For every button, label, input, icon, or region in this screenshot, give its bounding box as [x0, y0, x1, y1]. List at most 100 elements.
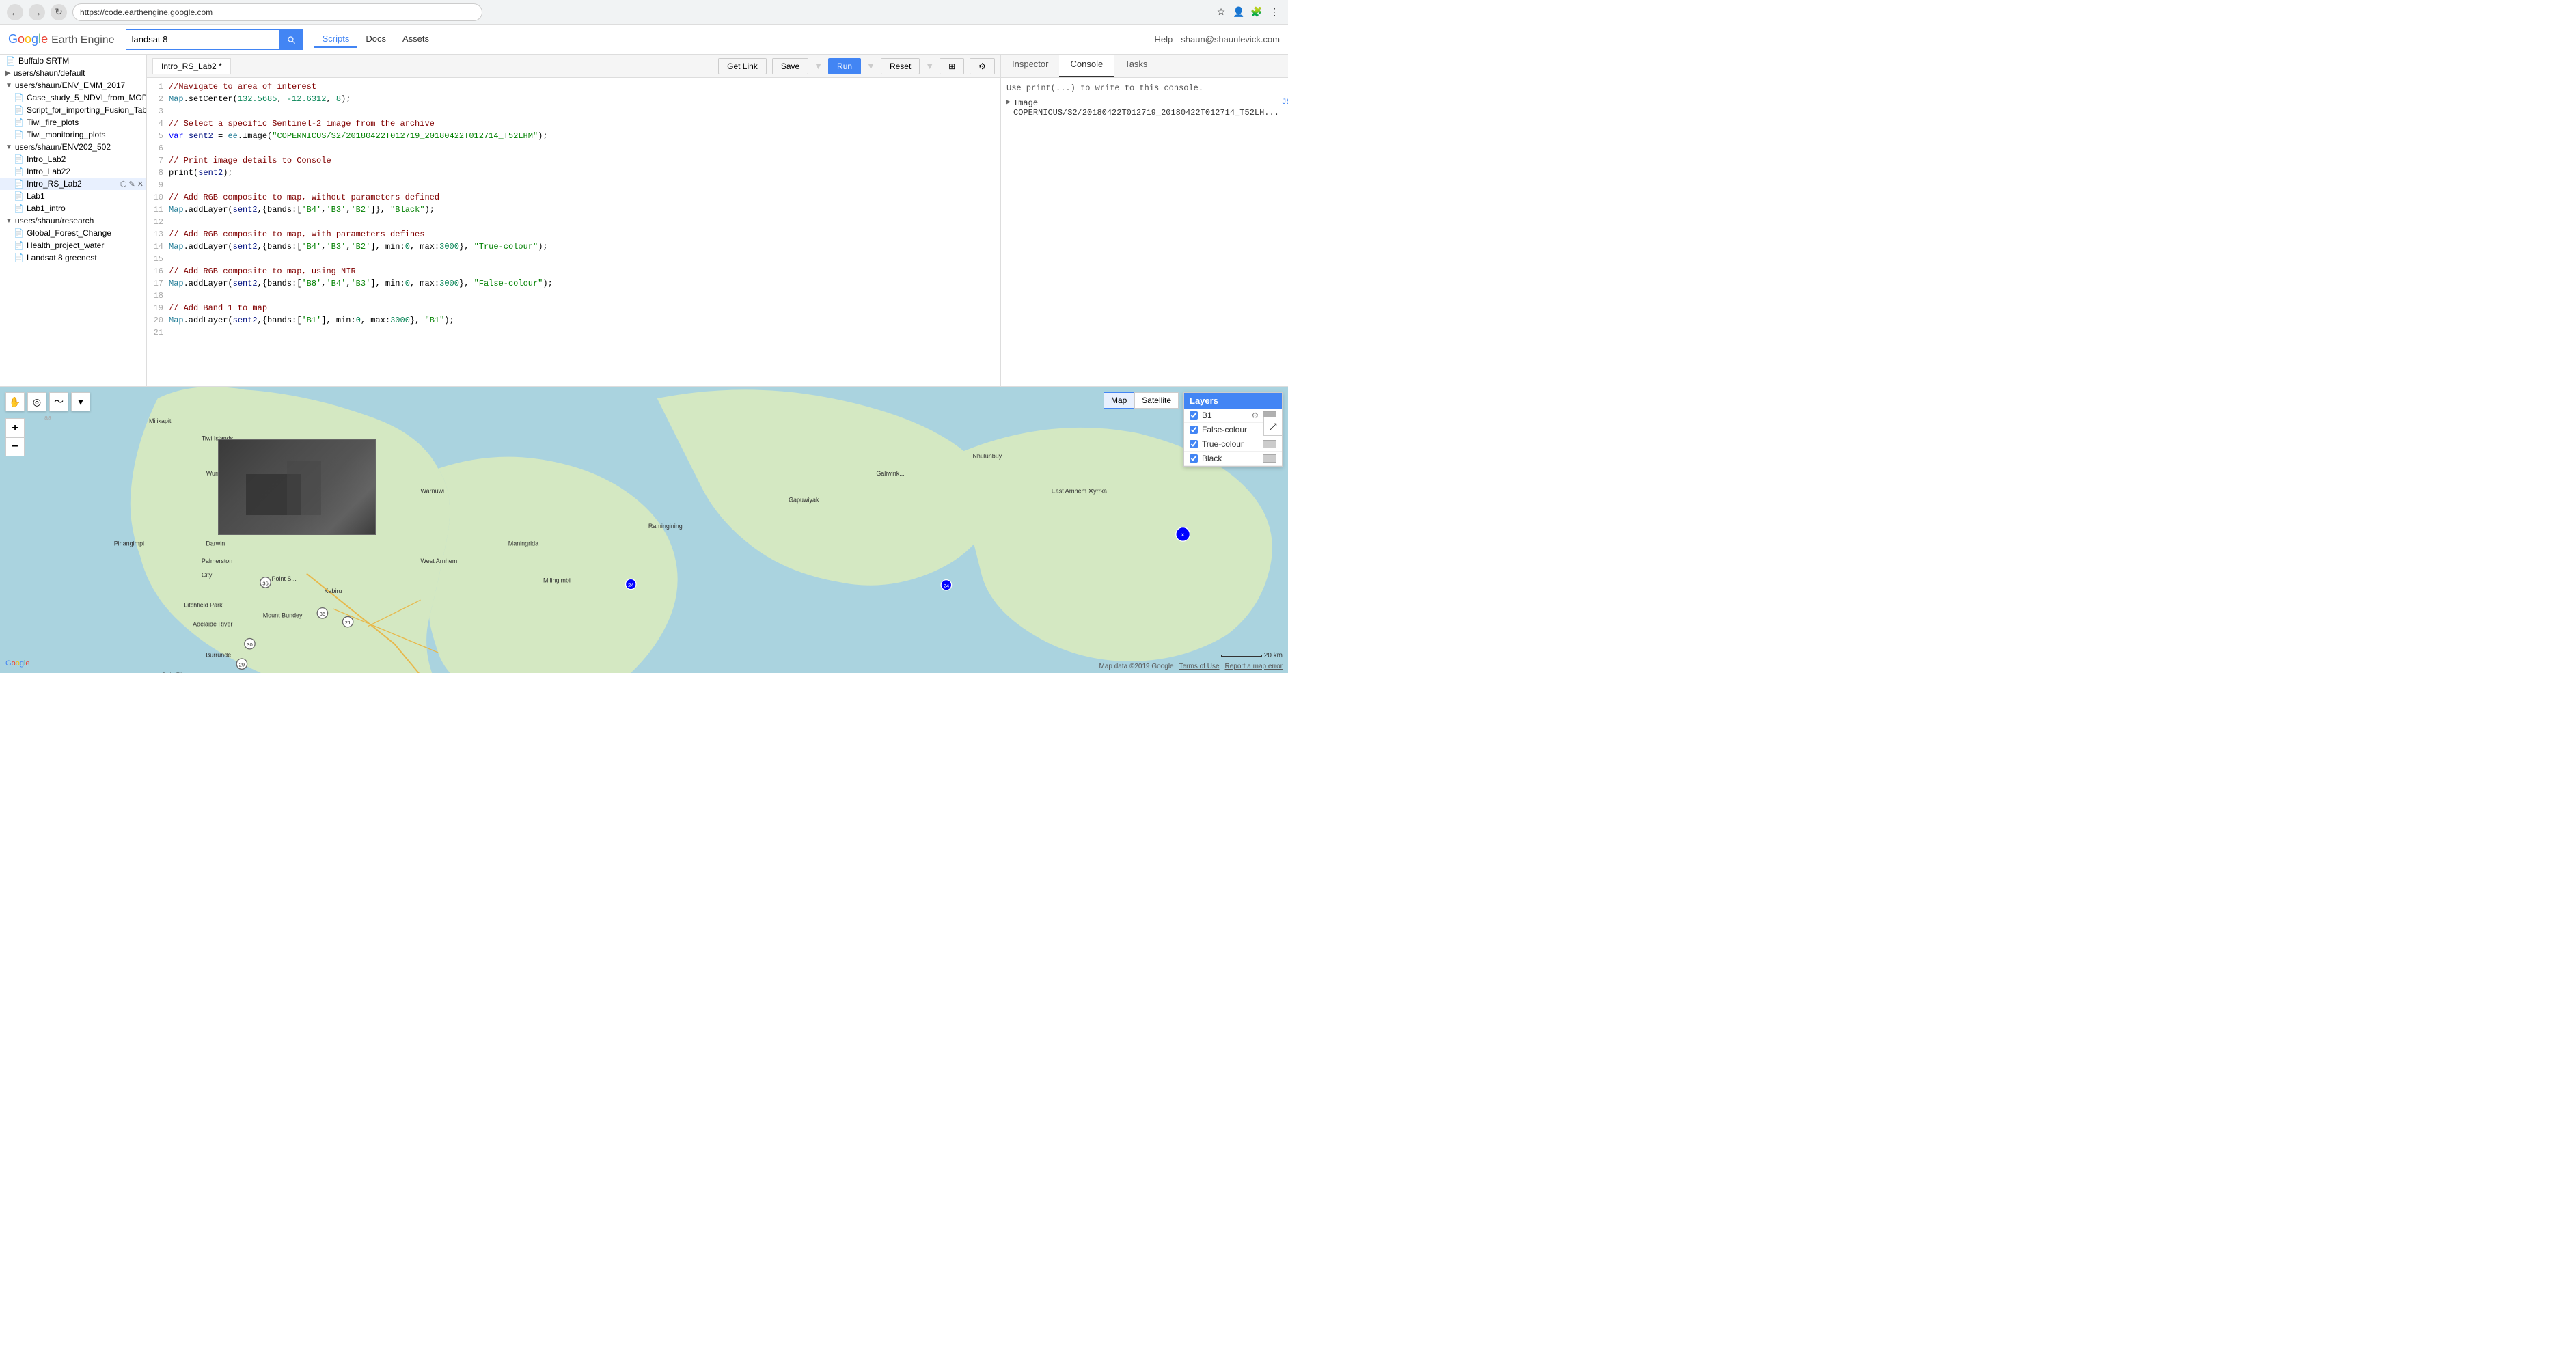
tab-scripts[interactable]: Scripts: [314, 31, 358, 48]
tree-folder-env202[interactable]: ▼ users/shaun/ENV202_502: [0, 141, 146, 153]
url-bar[interactable]: [72, 3, 482, 21]
search-bar: [126, 29, 303, 50]
settings-button[interactable]: ⚙: [970, 58, 995, 74]
svg-text:Burrunde: Burrunde: [206, 651, 231, 658]
tree-item-introlab22[interactable]: 📄 Intro_Lab22: [0, 165, 146, 178]
map-type-selector: Map Satellite: [1104, 392, 1179, 409]
file-action-icons: ⬡ ✎ ✕: [120, 180, 143, 189]
menu-icon[interactable]: ⋮: [1268, 5, 1281, 19]
code-line-20: 20 Map.addLayer(sent2,{bands:['B1'], min…: [147, 314, 1000, 327]
zoom-in-button[interactable]: +: [5, 418, 25, 437]
layer-checkbox-true-colour[interactable]: [1190, 440, 1198, 448]
code-line-10: 10 // Add RGB composite to map, without …: [147, 191, 1000, 204]
layer-checkbox-b1[interactable]: [1190, 411, 1198, 420]
terms-of-use-link[interactable]: Terms of Use: [1179, 663, 1220, 670]
tree-item-buffalo[interactable]: 📄 Buffalo SRTM: [0, 55, 146, 67]
tree-item-health-project[interactable]: 📄 Health_project_water: [0, 239, 146, 251]
tree-folder-emm2017[interactable]: ▼ users/shaun/ENV_EMM_2017: [0, 79, 146, 92]
tree-item-casestudy[interactable]: 📄 Case_study_5_NDVI_from_MODIS: [0, 92, 146, 104]
svg-text:City: City: [202, 572, 213, 579]
extensions-icon[interactable]: 🧩: [1250, 5, 1263, 19]
reset-button[interactable]: Reset: [881, 58, 920, 74]
account-icon[interactable]: 👤: [1232, 5, 1246, 19]
code-line-14: 14 Map.addLayer(sent2,{bands:['B4','B3',…: [147, 241, 1000, 253]
map-type-satellite-button[interactable]: Satellite: [1134, 392, 1179, 409]
user-label: shaun@shaunlevick.com: [1181, 34, 1280, 44]
editor-tab-actions: Get Link Save ▼ Run ▼ Reset ▼ ⊞ ⚙: [718, 58, 995, 74]
forward-button[interactable]: →: [29, 4, 45, 20]
polygon-tool-button[interactable]: ▾: [71, 392, 90, 411]
reload-button[interactable]: ↻: [51, 4, 67, 20]
help-label[interactable]: Help: [1155, 34, 1173, 44]
map-type-map-button[interactable]: Map: [1104, 392, 1134, 409]
file-icon: 📄: [14, 204, 24, 213]
tab-inspector[interactable]: Inspector: [1001, 55, 1059, 77]
svg-text:Pirlangimpi: Pirlangimpi: [114, 540, 144, 547]
save-button[interactable]: Save: [772, 58, 808, 74]
tree-item-global-forest[interactable]: 📄 Global_Forest_Change: [0, 227, 146, 239]
code-line-3: 3: [147, 105, 1000, 118]
pan-tool-button[interactable]: ✋: [5, 392, 25, 411]
code-line-13: 13 // Add RGB composite to map, with par…: [147, 228, 1000, 241]
panel-tab-bar: Inspector Console Tasks: [1001, 55, 1288, 78]
app: Google Earth Engine Scripts Docs Assets …: [0, 25, 1288, 673]
caret-icon: ▼: [5, 82, 12, 90]
svg-text:Milingimbi: Milingimbi: [543, 577, 571, 583]
tab-assets[interactable]: Assets: [394, 31, 437, 48]
file-icon: 📄: [14, 253, 24, 262]
map-expand-button[interactable]: ⤢: [1263, 417, 1283, 436]
file-icon: 📄: [14, 167, 24, 176]
code-line-16: 16 // Add RGB composite to map, using NI…: [147, 265, 1000, 277]
layer-name-true-colour: True-colour: [1202, 439, 1259, 449]
layer-checkbox-false-colour[interactable]: [1190, 426, 1198, 434]
svg-text:Ramingining: Ramingining: [648, 523, 683, 530]
tree-item-intrors-lab2[interactable]: 📄 Intro_RS_Lab2 ⬡ ✎ ✕: [0, 178, 146, 190]
tree-item-tiwi-monitoring[interactable]: 📄 Tiwi_monitoring_plots: [0, 128, 146, 141]
run-button[interactable]: Run: [828, 58, 861, 74]
code-line-1: 1 //Navigate to area of interest: [147, 81, 1000, 93]
file-icon: 📄: [14, 241, 24, 250]
search-button[interactable]: [279, 29, 303, 50]
search-icon: [286, 35, 296, 44]
report-map-error-link[interactable]: Report a map error: [1225, 663, 1283, 670]
code-line-19: 19 // Add Band 1 to map: [147, 302, 1000, 314]
svg-text:Maningrida: Maningrida: [508, 540, 538, 547]
back-button[interactable]: ←: [7, 4, 23, 20]
tree-folder-research[interactable]: ▼ users/shaun/research: [0, 215, 146, 227]
svg-text:Mount Bundey: Mount Bundey: [263, 612, 303, 619]
tree-item-tiwi-fire[interactable]: 📄 Tiwi_fire_plots: [0, 116, 146, 128]
svg-text:Daly River: Daly River: [162, 672, 190, 673]
layer-checkbox-black[interactable]: [1190, 454, 1198, 463]
tree-item-fusion[interactable]: 📄 Script_for_importing_Fusion_Tables: [0, 104, 146, 116]
map-container[interactable]: Tiwi Islands Wurrumiyanga Darwin Palmers…: [0, 387, 1288, 673]
zoom-out-button[interactable]: −: [5, 437, 25, 456]
tab-docs[interactable]: Docs: [357, 31, 394, 48]
console-json-badge[interactable]: JSON: [1282, 98, 1288, 107]
tree-item-lab1-intro[interactable]: 📄 Lab1_intro: [0, 202, 146, 215]
code-line-2: 2 Map.setCenter(132.5685, -12.6312, 8);: [147, 93, 1000, 105]
gear-icon[interactable]: ⚙: [1251, 411, 1259, 420]
editor-tab[interactable]: Intro_RS_Lab2 *: [152, 58, 231, 74]
code-line-15: 15: [147, 253, 1000, 265]
grid-button[interactable]: ⊞: [940, 58, 964, 74]
zoom-controls: + −: [5, 418, 25, 456]
get-link-button[interactable]: Get Link: [718, 58, 767, 74]
point-tool-button[interactable]: ◎: [27, 392, 46, 411]
tree-folder-default[interactable]: ▶ users/shaun/default: [0, 67, 146, 79]
tree-item-landsat8[interactable]: 📄 Landsat 8 greenest: [0, 251, 146, 264]
line-tool-button[interactable]: 〜: [49, 392, 68, 411]
console-item-0[interactable]: ▶ Image COPERNICUS/S2/20180422T012719_20…: [1006, 98, 1283, 118]
tree-item-introlab2[interactable]: 📄 Intro_Lab2: [0, 153, 146, 165]
search-input[interactable]: [126, 29, 279, 50]
main-content: 📄 Buffalo SRTM ▶ users/shaun/default ▼ u…: [0, 55, 1288, 386]
tab-console[interactable]: Console: [1059, 55, 1114, 77]
topbar-right: Help shaun@shaunlevick.com: [1155, 34, 1280, 44]
bookmark-icon[interactable]: ☆: [1214, 5, 1228, 19]
tree-item-lab1[interactable]: 📄 Lab1: [0, 190, 146, 202]
code-line-4: 4 // Select a specific Sentinel-2 image …: [147, 118, 1000, 130]
code-line-5: 5 var sent2 = ee.Image("COPERNICUS/S2/20…: [147, 130, 1000, 142]
map-toolbar: ✋ ◎ 〜 ▾ aa: [5, 392, 90, 421]
code-area[interactable]: 1 //Navigate to area of interest 2 Map.s…: [147, 78, 1000, 386]
svg-text:24: 24: [944, 583, 950, 589]
tab-tasks[interactable]: Tasks: [1114, 55, 1158, 77]
